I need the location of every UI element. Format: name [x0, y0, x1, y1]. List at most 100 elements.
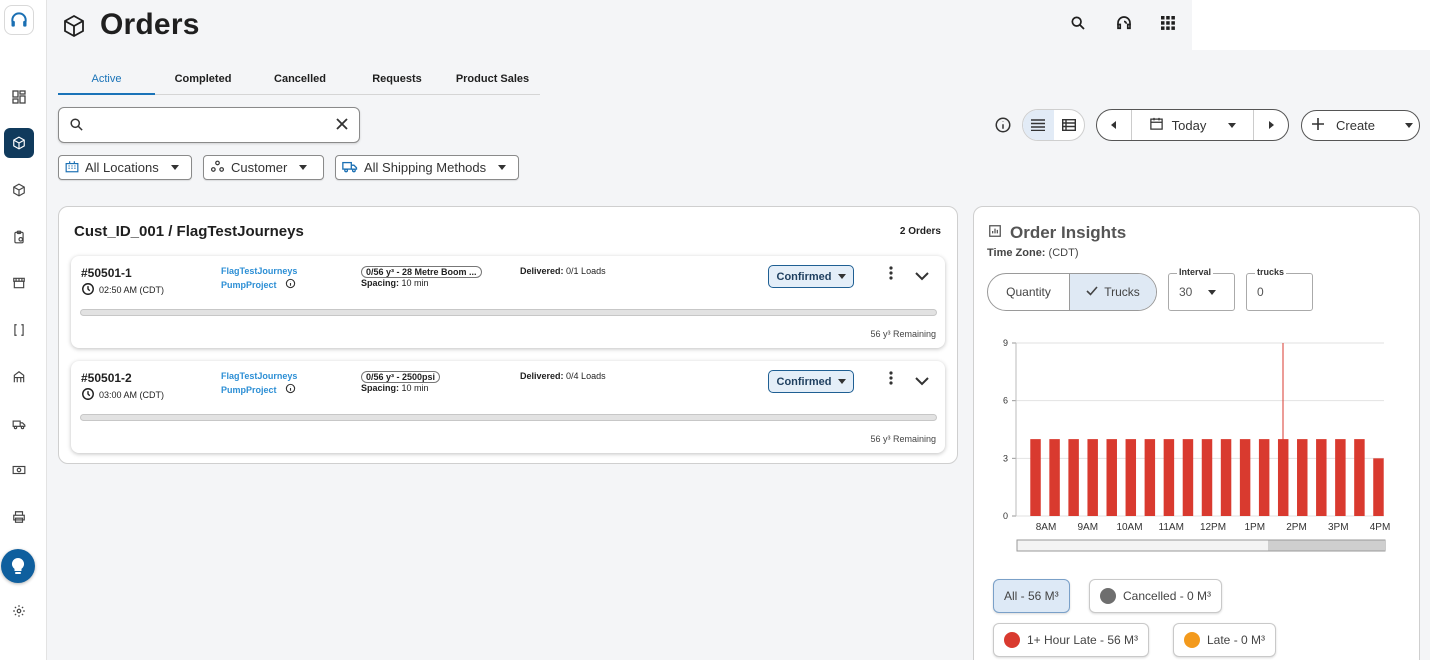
status-dropdown[interactable]: Confirmed: [768, 265, 854, 288]
chart-bar: [1354, 439, 1365, 516]
spacing: Spacing: 10 min: [361, 383, 429, 393]
delivered-label: Delivered:: [520, 371, 564, 381]
table-view-icon[interactable]: [1054, 110, 1085, 140]
legend-late-button[interactable]: Late - 0 M³: [1173, 623, 1277, 657]
interval-select[interactable]: 30: [1168, 273, 1235, 311]
truck-icon[interactable]: [4, 409, 34, 439]
y-tick-label: 6: [1003, 396, 1008, 406]
create-label: Create: [1336, 118, 1376, 133]
project-link[interactable]: PumpProject: [221, 280, 277, 290]
tab-product-sales[interactable]: Product Sales: [445, 64, 540, 94]
spacing: Spacing: 10 min: [361, 278, 429, 288]
legend-cancelled-button[interactable]: Cancelled - 0 M³: [1089, 579, 1223, 613]
clipboard-icon[interactable]: [4, 222, 34, 252]
x-tick-label: 8AM: [1036, 522, 1057, 533]
order-card[interactable]: #50501-2 03:00 AM (CDT) FlagTestJourneys…: [71, 361, 945, 453]
page-title: Orders: [100, 8, 200, 41]
customer-link[interactable]: FlagTestJourneys: [221, 266, 297, 276]
store-icon[interactable]: [4, 268, 34, 298]
prev-day-button[interactable]: [1097, 110, 1131, 140]
x-tick-label: 12PM: [1200, 522, 1226, 533]
dashboard-icon[interactable]: [4, 82, 34, 112]
tab-requests[interactable]: Requests: [349, 64, 445, 94]
location-building-icon: [65, 160, 79, 176]
orders-box-icon[interactable]: [4, 128, 34, 158]
clock-icon: [81, 282, 95, 298]
x-tick-label: 10AM: [1116, 522, 1142, 533]
search-icon[interactable]: [1067, 12, 1089, 34]
search-box: [58, 107, 360, 143]
trucks-input[interactable]: 0: [1246, 273, 1313, 311]
order-time-text: 02:50 AM (CDT): [99, 285, 165, 295]
status-label: Confirmed: [776, 270, 832, 283]
delivered-value: 0/4 Loads: [566, 371, 606, 381]
plus-icon: [1312, 118, 1324, 133]
tz-value: (CDT): [1048, 247, 1079, 259]
delivered: Delivered: 0/1 Loads: [520, 266, 606, 276]
order-tabs: Active Completed Cancelled Requests Prod…: [58, 64, 540, 95]
shipping-filter[interactable]: All Shipping Methods: [335, 155, 519, 180]
trucks-option[interactable]: Trucks: [1069, 274, 1156, 310]
spacing-value: 10 min: [401, 278, 429, 288]
brackets-icon[interactable]: [4, 315, 34, 345]
support-headset-icon[interactable]: [1113, 12, 1135, 34]
tab-active[interactable]: Active: [58, 64, 155, 95]
headset-logo-icon[interactable]: [4, 5, 34, 35]
status-dropdown[interactable]: Confirmed: [768, 370, 854, 393]
legend-all-button[interactable]: All - 56 M³: [993, 579, 1070, 613]
chart-scroller-thumb: [1268, 540, 1385, 551]
chevron-down-icon: [837, 379, 846, 384]
info-icon[interactable]: [285, 278, 296, 291]
delivered-label: Delivered:: [520, 266, 564, 276]
orders-panel: Cust_ID_001 / FlagTestJourneys 2 Orders …: [58, 206, 958, 464]
insights-title-text: Order Insights: [1010, 223, 1127, 242]
project-link[interactable]: PumpProject: [221, 385, 277, 395]
insights-chart-svg: 0 3 6 9 8AM 9AM 10AM 11AM 12PM 1PM 2PM 3PM 4PM: [1003, 338, 1391, 552]
gear-icon[interactable]: [4, 596, 34, 626]
info-icon[interactable]: [994, 116, 1012, 139]
customer-link[interactable]: FlagTestJourneys: [221, 371, 297, 381]
plant-icon[interactable]: [4, 362, 34, 392]
chart-bar: [1144, 439, 1156, 516]
trucks-value: 0: [1257, 285, 1264, 299]
y-tick-label: 3: [1003, 453, 1008, 463]
create-button[interactable]: Create: [1301, 110, 1420, 141]
remaining: 56 y³ Remaining: [870, 434, 936, 444]
printer-icon[interactable]: [4, 502, 34, 532]
clear-search-icon[interactable]: [335, 117, 349, 136]
tab-completed[interactable]: Completed: [155, 64, 251, 94]
order-id: #50501-2: [81, 371, 132, 385]
search-input[interactable]: [93, 114, 323, 136]
products-box-icon[interactable]: [4, 175, 34, 205]
late-dot-icon: [1184, 632, 1200, 648]
chart-bar: [1125, 439, 1137, 516]
list-view-icon[interactable]: [1023, 110, 1054, 140]
x-tick-label: 4PM: [1370, 522, 1391, 533]
locations-filter-label: All Locations: [85, 160, 159, 175]
locations-filter[interactable]: All Locations: [58, 155, 192, 180]
x-tick-label: 1PM: [1244, 522, 1265, 533]
tab-cancelled[interactable]: Cancelled: [251, 64, 349, 94]
date-picker[interactable]: Today: [1131, 110, 1254, 140]
more-options-icon[interactable]: [889, 266, 893, 285]
expand-chevron-icon[interactable]: [915, 373, 929, 391]
order-progress-bar: [80, 414, 937, 421]
more-options-icon[interactable]: [889, 371, 893, 390]
expand-chevron-icon[interactable]: [915, 268, 929, 286]
next-day-button[interactable]: [1254, 110, 1288, 140]
chart-bar: [1373, 458, 1384, 516]
info-icon[interactable]: [285, 383, 296, 396]
chart-bar: [1258, 439, 1270, 516]
apps-grid-icon[interactable]: [1157, 12, 1179, 34]
legend-hour-late-button[interactable]: 1+ Hour Late - 56 M³: [993, 623, 1150, 657]
lightbulb-icon[interactable]: [1, 549, 35, 583]
customer-filter[interactable]: Customer: [203, 155, 324, 180]
legend-cancelled-label: Cancelled - 0 M³: [1123, 589, 1212, 603]
order-card[interactable]: #50501-1 02:50 AM (CDT) FlagTestJourneys…: [71, 256, 945, 348]
chevron-down-icon: [1228, 122, 1237, 128]
delivered: Delivered: 0/4 Loads: [520, 371, 606, 381]
shipping-truck-icon: [342, 160, 358, 176]
quantity-option[interactable]: Quantity: [988, 274, 1069, 310]
customer-filter-label: Customer: [231, 160, 288, 175]
money-icon[interactable]: [4, 455, 34, 485]
